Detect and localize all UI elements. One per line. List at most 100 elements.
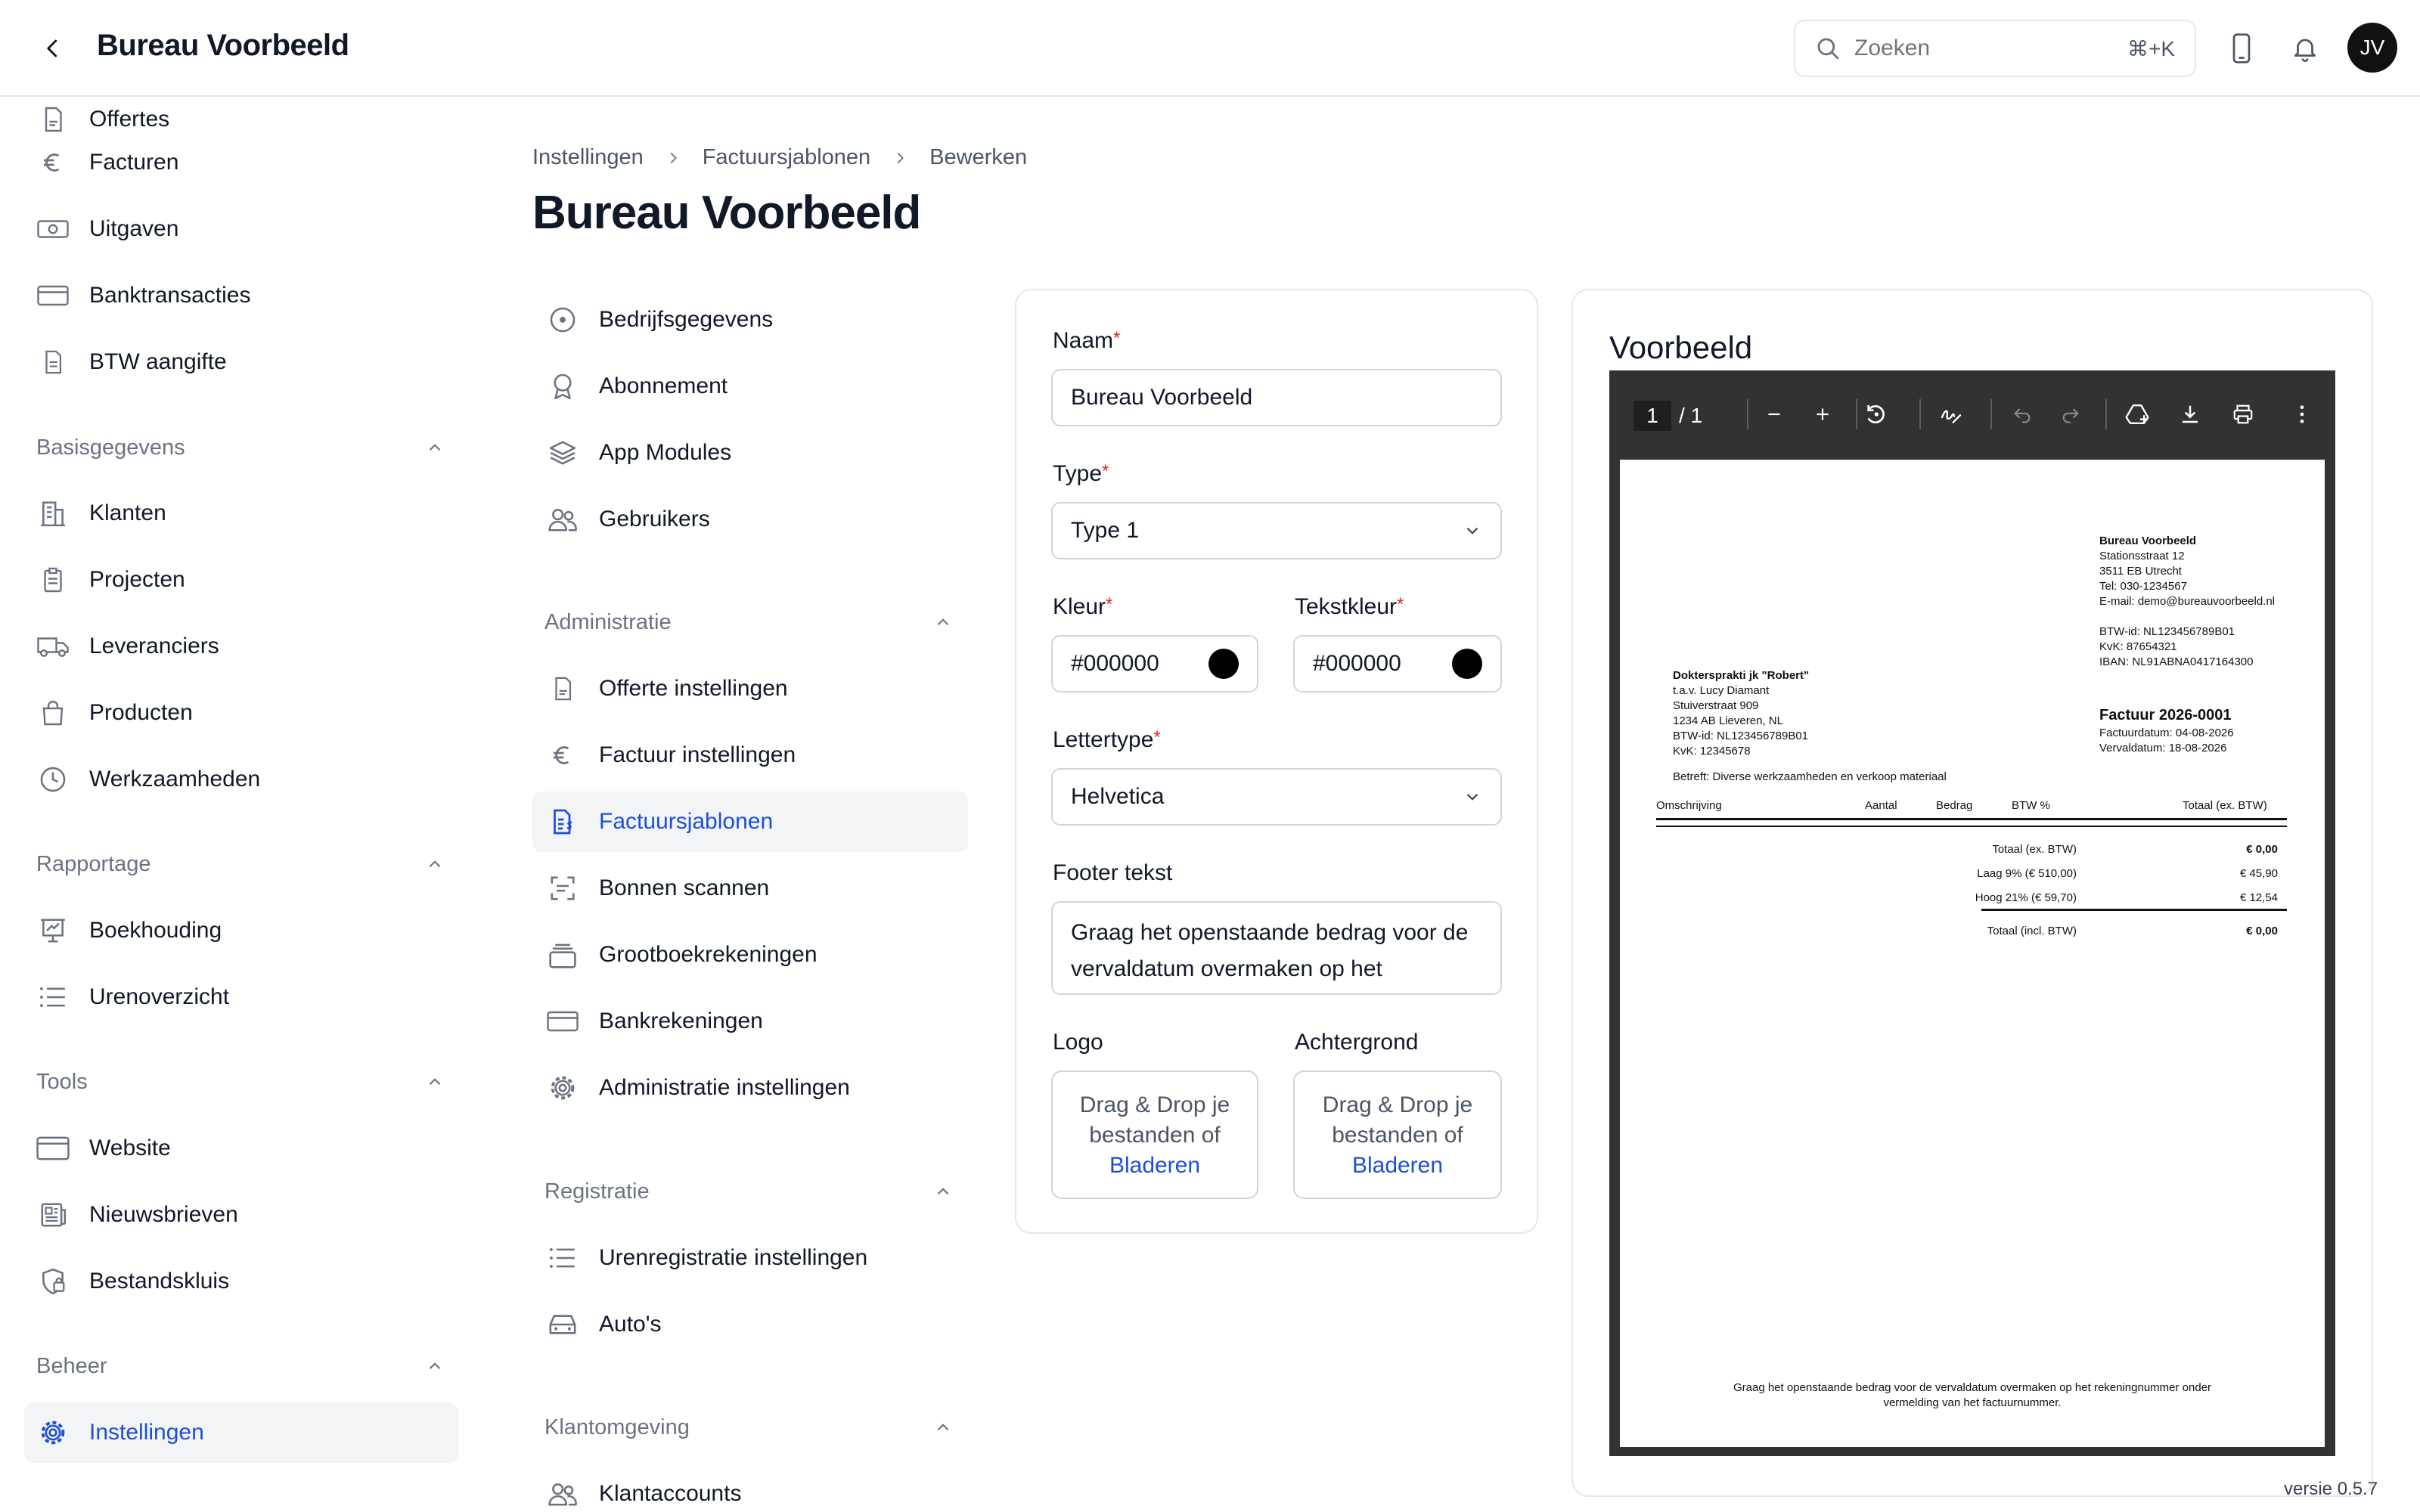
sidebar-item-facturen[interactable]: Facturen <box>24 132 458 193</box>
sidebar-item-label: Leveranciers <box>89 634 219 658</box>
logo-dropzone[interactable]: Drag & Drop je bestanden of Bladeren <box>1051 1070 1258 1199</box>
sidebar-item-bestandskluis[interactable]: Bestandskluis <box>24 1251 458 1312</box>
subnav-item-grootboekrekeningen[interactable]: Grootboekrekeningen <box>532 925 968 985</box>
subnav-item-administratie-instellingen[interactable]: Administratie instellingen <box>532 1058 968 1118</box>
color-field[interactable] <box>1051 635 1258 692</box>
sidebar-item-werkzaamheden[interactable]: Werkzaamheden <box>24 749 458 810</box>
rotate-icon[interactable] <box>1859 398 1892 431</box>
subnav-section-administratie[interactable]: Administratie <box>544 600 953 645</box>
breadcrumb-item-instellingen[interactable]: Instellingen <box>532 145 644 170</box>
sidebar-section-beheer[interactable]: Beheer <box>36 1343 445 1389</box>
subnav-section-klantomgeving[interactable]: Klantomgeving <box>544 1405 953 1450</box>
textcolor-swatch[interactable] <box>1452 649 1482 679</box>
preview-card: Voorbeeld 1 / 1 Bureau Voorbeeld Station… <box>1571 289 2373 1497</box>
shield-lock-icon <box>36 1265 70 1298</box>
invoice-client-line: 1234 AB Lieveren, NL <box>1673 714 1783 727</box>
chevron-up-icon <box>937 618 949 626</box>
app-version: versie 0.5.7 <box>2284 1479 2378 1499</box>
zoom-in-icon[interactable] <box>1806 398 1839 431</box>
invoice-company-name: Bureau Voorbeeld <box>2099 534 2197 547</box>
subnav-item-gebruikers[interactable]: Gebruikers <box>532 489 968 550</box>
subnav-item-bedrijfsgegevens[interactable]: Bedrijfsgegevens <box>532 290 968 350</box>
search-box[interactable]: ⌘+K <box>1794 20 2196 77</box>
back-button[interactable] <box>35 30 71 67</box>
subnav-item-factuursjablonen[interactable]: Factuursjablonen <box>532 792 968 852</box>
draw-signature-icon[interactable] <box>1934 398 1968 431</box>
sidebar-item-banktransacties[interactable]: Banktransacties <box>24 265 458 326</box>
font-select[interactable]: Helvetica <box>1051 768 1502 826</box>
pdf-viewer[interactable]: 1 / 1 Bureau Voorbeeld Stationsstraat 12… <box>1609 370 2335 1456</box>
sidebar-item-projecten[interactable]: Projecten <box>24 550 458 610</box>
chevron-up-icon <box>937 1188 949 1195</box>
subnav-item-label: Klantaccounts <box>599 1481 742 1506</box>
textcolor-label: Tekstkleur* <box>1295 594 1404 619</box>
subnav-item-app-modules[interactable]: App Modules <box>532 423 968 483</box>
subnav-item-abonnement[interactable]: Abonnement <box>532 356 968 417</box>
textcolor-input[interactable] <box>1313 651 1441 677</box>
name-input[interactable] <box>1071 385 1482 411</box>
sidebar-section-rapportage[interactable]: Rapportage <box>36 841 445 887</box>
subnav-item-autos[interactable]: Auto's <box>532 1294 968 1355</box>
quote-doc-icon <box>36 103 70 136</box>
type-select[interactable]: Type 1 <box>1051 502 1502 559</box>
subnav-item-label: Bankrekeningen <box>599 1009 763 1033</box>
user-avatar[interactable]: JV <box>2347 23 2397 73</box>
zoom-out-icon[interactable] <box>1758 398 1791 431</box>
subnav-item-label: Factuursjablonen <box>599 809 774 834</box>
invoice-company-id: BTW-id: NL123456789B01 <box>2099 625 2235 638</box>
subnav-item-bankrekeningen[interactable]: Bankrekeningen <box>532 991 968 1052</box>
sidebar-item-btw-aangifte[interactable]: BTW aangifte <box>24 332 458 392</box>
sidebar-section-basisgegevens[interactable]: Basisgegevens <box>36 425 445 470</box>
invoice-footer-line: Graag het openstaande bedrag voor de ver… <box>1733 1381 2212 1394</box>
add-drive-icon[interactable] <box>2121 398 2154 431</box>
breadcrumb-item-factuursjablonen[interactable]: Factuursjablonen <box>703 145 870 170</box>
background-dropzone[interactable]: Drag & Drop je bestanden of Bladeren <box>1293 1070 1502 1199</box>
background-browse-link[interactable]: Bladeren <box>1295 1151 1500 1181</box>
chevron-down-icon <box>1466 793 1478 801</box>
sidebar-item-website[interactable]: Website <box>24 1118 458 1179</box>
section-label: Basisgegevens <box>36 435 185 460</box>
undo-icon[interactable] <box>2006 398 2039 431</box>
template-form-card: Naam* Type* Type 1 Kleur* Tekstkleur* Le… <box>1015 289 1538 1234</box>
bell-icon <box>2294 39 2316 62</box>
color-input[interactable] <box>1071 651 1199 677</box>
invoice-client-line: KvK: 12345678 <box>1673 745 1751 758</box>
subnav-item-klantaccounts[interactable]: Klantaccounts <box>532 1464 968 1512</box>
background-dropzone-text: Drag & Drop je bestanden of <box>1322 1092 1473 1148</box>
sidebar-item-leveranciers[interactable]: Leveranciers <box>24 616 458 677</box>
subnav-section-registratie[interactable]: Registratie <box>544 1169 953 1214</box>
page-number-input[interactable]: 1 <box>1634 401 1671 431</box>
subnav-item-label: Urenregistratie instellingen <box>599 1245 868 1270</box>
textcolor-field[interactable] <box>1293 635 1502 692</box>
sidebar-item-uitgaven[interactable]: Uitgaven <box>24 199 458 259</box>
sidebar: Offertes Facturen Uitgaven Banktransacti… <box>0 97 484 1512</box>
sidebar-item-label: Projecten <box>89 567 185 592</box>
subnav-item-urenregistratie-instellingen[interactable]: Urenregistratie instellingen <box>532 1228 968 1288</box>
chevron-left-icon <box>47 39 57 57</box>
sidebar-item-instellingen[interactable]: Instellingen <box>24 1402 458 1463</box>
logo-browse-link[interactable]: Bladeren <box>1053 1151 1257 1181</box>
background-label: Achtergrond <box>1295 1030 1419 1055</box>
users-icon <box>546 503 579 536</box>
notifications-button[interactable] <box>2287 30 2323 67</box>
sidebar-item-klanten[interactable]: Klanten <box>24 483 458 544</box>
name-field[interactable] <box>1051 369 1502 426</box>
footer-textarea[interactable]: Graag het openstaande bedrag voor de ver… <box>1051 901 1502 995</box>
search-input[interactable] <box>1854 36 2081 61</box>
sidebar-item-producten[interactable]: Producten <box>24 683 458 743</box>
sidebar-section-tools[interactable]: Tools <box>36 1059 445 1105</box>
color-swatch[interactable] <box>1208 649 1239 679</box>
sidebar-item-boekhouding[interactable]: Boekhouding <box>24 900 458 961</box>
chevron-right-icon <box>897 152 904 163</box>
download-icon[interactable] <box>2173 398 2207 431</box>
subnav-item-bonnen-scannen[interactable]: Bonnen scannen <box>532 858 968 919</box>
more-vertical-icon[interactable] <box>2285 398 2319 431</box>
subnav-item-factuur-instellingen[interactable]: Factuur instellingen <box>532 725 968 785</box>
print-icon[interactable] <box>2226 398 2260 431</box>
mobile-app-button[interactable] <box>2223 30 2260 67</box>
redo-icon[interactable] <box>2054 398 2087 431</box>
subnav-item-offerte-instellingen[interactable]: Offerte instellingen <box>532 658 968 719</box>
sidebar-item-urenoverzicht[interactable]: Urenoverzicht <box>24 967 458 1027</box>
building-icon <box>36 497 70 530</box>
sidebar-item-nieuwsbrieven[interactable]: Nieuwsbrieven <box>24 1185 458 1245</box>
